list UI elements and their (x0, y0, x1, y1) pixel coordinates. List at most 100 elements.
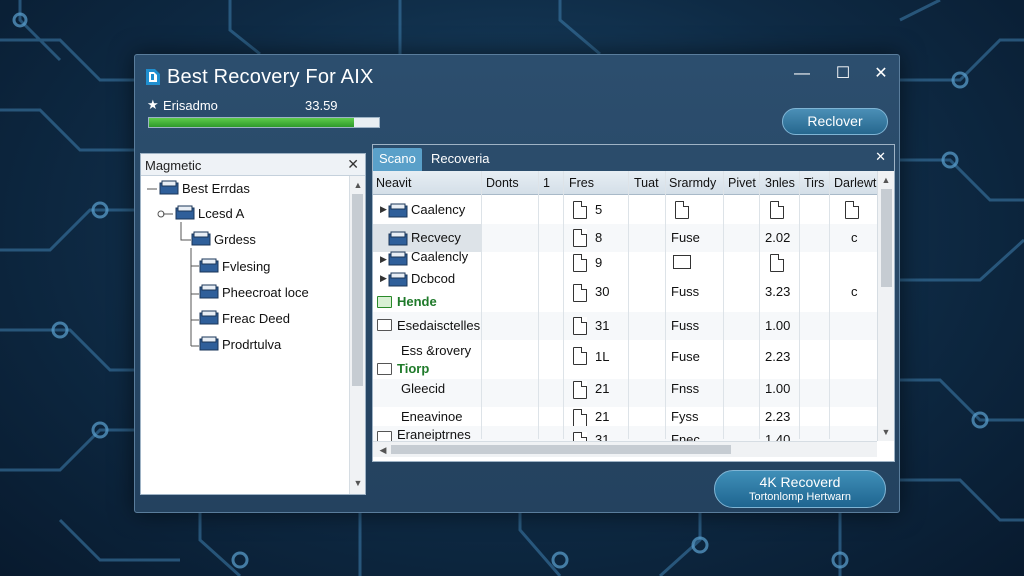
document-icon (573, 347, 587, 365)
column-header[interactable]: 1 (543, 176, 550, 190)
group-label: Tiorp (397, 361, 430, 376)
minimize-button[interactable]: — (791, 63, 813, 85)
expand-arrow-icon[interactable]: ▶ (380, 254, 387, 265)
column-header[interactable]: Tirs (804, 176, 824, 190)
expand-arrow-icon[interactable]: ▶ (380, 273, 387, 284)
column-header[interactable]: Neavit (376, 176, 411, 190)
scroll-up-icon[interactable]: ▲ (350, 178, 366, 192)
tree-item-label: Lcesd A (198, 206, 245, 221)
file-name: Dcbcod (411, 271, 456, 286)
scroll-thumb[interactable] (391, 445, 731, 454)
nles-value: 2.02 (765, 230, 791, 245)
fres-value: 21 (595, 381, 610, 396)
app-title: Best Recovery For AIX (167, 66, 374, 88)
column-divider (829, 171, 830, 439)
left-panel-header: Magmetic ✕ (141, 154, 365, 176)
recover-4k-button-label: 4K Recoverd (759, 474, 841, 490)
table-row[interactable]: Eraneiptrnes 31 Fnec 1.40 (373, 426, 877, 441)
nles-value: 3.23 (765, 284, 791, 299)
table-row[interactable]: Esedaisctelles 31 Fuss 1.00 (373, 312, 877, 340)
drive-icon (199, 258, 219, 273)
darlewt-value: c (851, 284, 858, 299)
nles-value: 1.40 (765, 432, 791, 441)
tab-recoveria[interactable]: Recoveria (425, 148, 496, 171)
nles-value: 2.23 (765, 409, 791, 424)
column-header[interactable]: Pivet (728, 176, 756, 190)
tree-item[interactable]: Fvlesing (199, 257, 270, 277)
tree-item[interactable]: Pheecroat loce (199, 283, 309, 303)
document-icon (573, 317, 587, 335)
srarmdy-value: Fuss (671, 284, 700, 299)
srarmdy-value: Fyss (671, 409, 699, 424)
file-name: Eraneiptrnes (397, 427, 471, 441)
tab-bar: Scano Recoveria ✕ (373, 145, 894, 171)
recover-4k-button[interactable]: 4K Recoverd Tortonlomp Hertwarn (714, 470, 886, 508)
expand-arrow-icon[interactable]: ▶ (380, 204, 387, 215)
progress-fill (149, 118, 354, 127)
folder-icon (377, 319, 392, 331)
fres-value: 30 (595, 284, 610, 299)
file-name: Gleecid (401, 381, 446, 396)
drive-icon (159, 180, 179, 195)
maximize-button[interactable]: ☐ (832, 63, 854, 85)
scroll-down-icon[interactable]: ▼ (350, 476, 366, 490)
folder-icon (377, 363, 392, 375)
fres-value: 1L (595, 349, 610, 364)
file-name: Caalency (411, 202, 466, 217)
fres-value: 31 (595, 318, 610, 333)
tree-item[interactable]: Freac Deed (199, 309, 290, 329)
tree-item-label: Freac Deed (222, 311, 290, 326)
left-scrollbar[interactable]: ▲ ▼ (349, 176, 365, 494)
drive-icon (388, 203, 408, 218)
tree-item[interactable]: Best Errdas (159, 179, 250, 199)
group-row[interactable]: Hende (373, 292, 483, 312)
document-icon (573, 229, 587, 247)
fres-value: 21 (595, 409, 610, 424)
column-header[interactable]: 3nles (765, 176, 795, 190)
document-icon (770, 201, 784, 219)
column-header[interactable]: Srarmdy (669, 176, 716, 190)
drive-icon (388, 251, 408, 266)
right-scrollbar[interactable]: ▲ ▼ (877, 171, 894, 441)
close-button[interactable]: ✕ (870, 63, 892, 85)
table-row[interactable]: ▶ Caalency 5 (373, 196, 877, 224)
left-panel: Magmetic ✕ Best Errdas Lcesd A Grdess Fv… (140, 153, 366, 495)
folder-icon (377, 296, 392, 308)
tree-item[interactable]: Lcesd A (175, 204, 244, 224)
scroll-thumb[interactable] (352, 194, 363, 386)
tree-item[interactable]: Grdess (191, 230, 256, 250)
darlewt-value: c (851, 230, 858, 245)
file-name: Ess &rovery (401, 343, 472, 358)
right-panel: Scano Recoveria ✕ Neavit Donts 1 Fres Tu… (372, 144, 895, 462)
scroll-left-icon[interactable]: ◀ (375, 443, 391, 457)
column-header[interactable]: Fres (569, 176, 594, 190)
progress-bar (148, 117, 380, 128)
group-row[interactable]: Tiorp (373, 359, 483, 379)
document-icon (573, 409, 587, 427)
column-divider (481, 171, 482, 439)
tab-close-icon[interactable]: ✕ (875, 149, 886, 165)
column-header[interactable]: Darlewt (834, 176, 876, 190)
tree-item[interactable]: Prodrtulva (199, 335, 281, 355)
title-bar[interactable]: Best Recovery For AIX — ☐ ✕ (135, 55, 899, 97)
file-name: Recvecy (411, 230, 461, 245)
tab-scano[interactable]: Scano (373, 148, 422, 171)
horizontal-scrollbar[interactable]: ◀ (373, 441, 877, 457)
tree-item-label: Pheecroat loce (222, 285, 309, 300)
document-icon (573, 201, 587, 219)
drive-icon (388, 231, 408, 246)
column-header[interactable]: Tuat (634, 176, 659, 190)
fres-value: 31 (595, 432, 610, 441)
scroll-up-icon[interactable]: ▲ (878, 173, 894, 187)
scroll-down-icon[interactable]: ▼ (878, 425, 894, 439)
left-panel-close-icon[interactable]: ✕ (347, 156, 359, 173)
column-header[interactable]: Donts (486, 176, 519, 190)
recover-button[interactable]: Reclover (782, 108, 888, 135)
document-icon (845, 201, 859, 219)
column-divider (665, 171, 666, 439)
file-name: Esedaisctelles (397, 318, 481, 333)
column-divider (759, 171, 760, 439)
document-icon (675, 201, 689, 219)
srarmdy-value: Fnss (671, 381, 700, 396)
scroll-thumb[interactable] (881, 189, 892, 287)
